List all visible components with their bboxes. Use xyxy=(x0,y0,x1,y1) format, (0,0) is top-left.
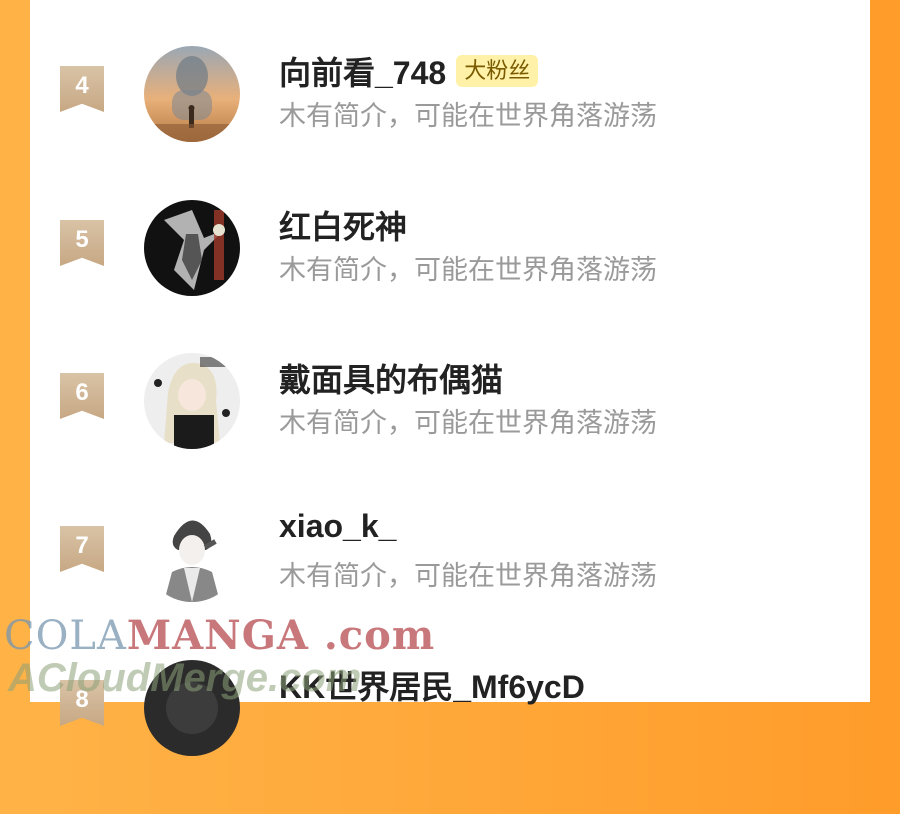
user-bio: 木有简介，可能在世界角落游荡 xyxy=(279,101,657,131)
list-item[interactable]: 6 戴面具的布偶猫 木有简介，可能在世界角落游荡 xyxy=(30,353,870,507)
dark-round-avatar[interactable] xyxy=(144,660,240,756)
user-name[interactable]: 向前看_748 大粉丝 xyxy=(279,48,539,94)
user-name-text[interactable]: xiao_k_ xyxy=(279,508,396,545)
user-name[interactable]: 红白死神 xyxy=(279,202,407,248)
user-name[interactable]: 戴面具的布偶猫 xyxy=(279,355,503,401)
user-name[interactable]: xiao_k_ xyxy=(279,508,396,545)
dark-armor-avatar[interactable] xyxy=(144,200,240,296)
blonde-girl-avatar[interactable] xyxy=(144,353,240,449)
sunset-silhouette-avatar[interactable] xyxy=(144,46,240,142)
fan-level-badge: 大粉丝 xyxy=(456,55,539,87)
user-name-text[interactable]: 戴面具的布偶猫 xyxy=(279,355,503,401)
user-bio: 木有简介，可能在世界角落游荡 xyxy=(279,408,657,438)
user-name-text[interactable]: 向前看_748 xyxy=(279,48,446,94)
ranking-panel: 4 向前看_748 大粉丝 木有简介，可能在世界角落游荡 5 红白死神 木有简介… xyxy=(30,0,870,756)
user-name[interactable]: KK世界居民_Mf6ycD xyxy=(279,662,585,708)
rank-badge: 4 xyxy=(60,66,104,112)
rank-badge: 8 xyxy=(60,680,104,726)
list-item[interactable]: 5 红白死神 木有简介，可能在世界角落游荡 xyxy=(30,200,870,354)
list-item[interactable]: 4 向前看_748 大粉丝 木有简介，可能在世界角落游荡 xyxy=(30,46,870,200)
rank-badge: 6 xyxy=(60,373,104,419)
user-bio: 木有简介，可能在世界角落游荡 xyxy=(279,255,657,285)
user-bio: 木有简介，可能在世界角落游荡 xyxy=(279,561,657,591)
sketch-boy-avatar[interactable] xyxy=(144,506,240,602)
list-item[interactable]: 8 KK世界居民_Mf6ycD xyxy=(30,660,870,814)
user-name-text[interactable]: KK世界居民_Mf6ycD xyxy=(279,662,585,708)
rank-badge: 5 xyxy=(60,220,104,266)
list-item[interactable]: 7 xiao_k_ 木有简介，可能在世界角落游荡 xyxy=(30,506,870,660)
rank-badge: 7 xyxy=(60,526,104,572)
user-name-text[interactable]: 红白死神 xyxy=(279,202,407,248)
